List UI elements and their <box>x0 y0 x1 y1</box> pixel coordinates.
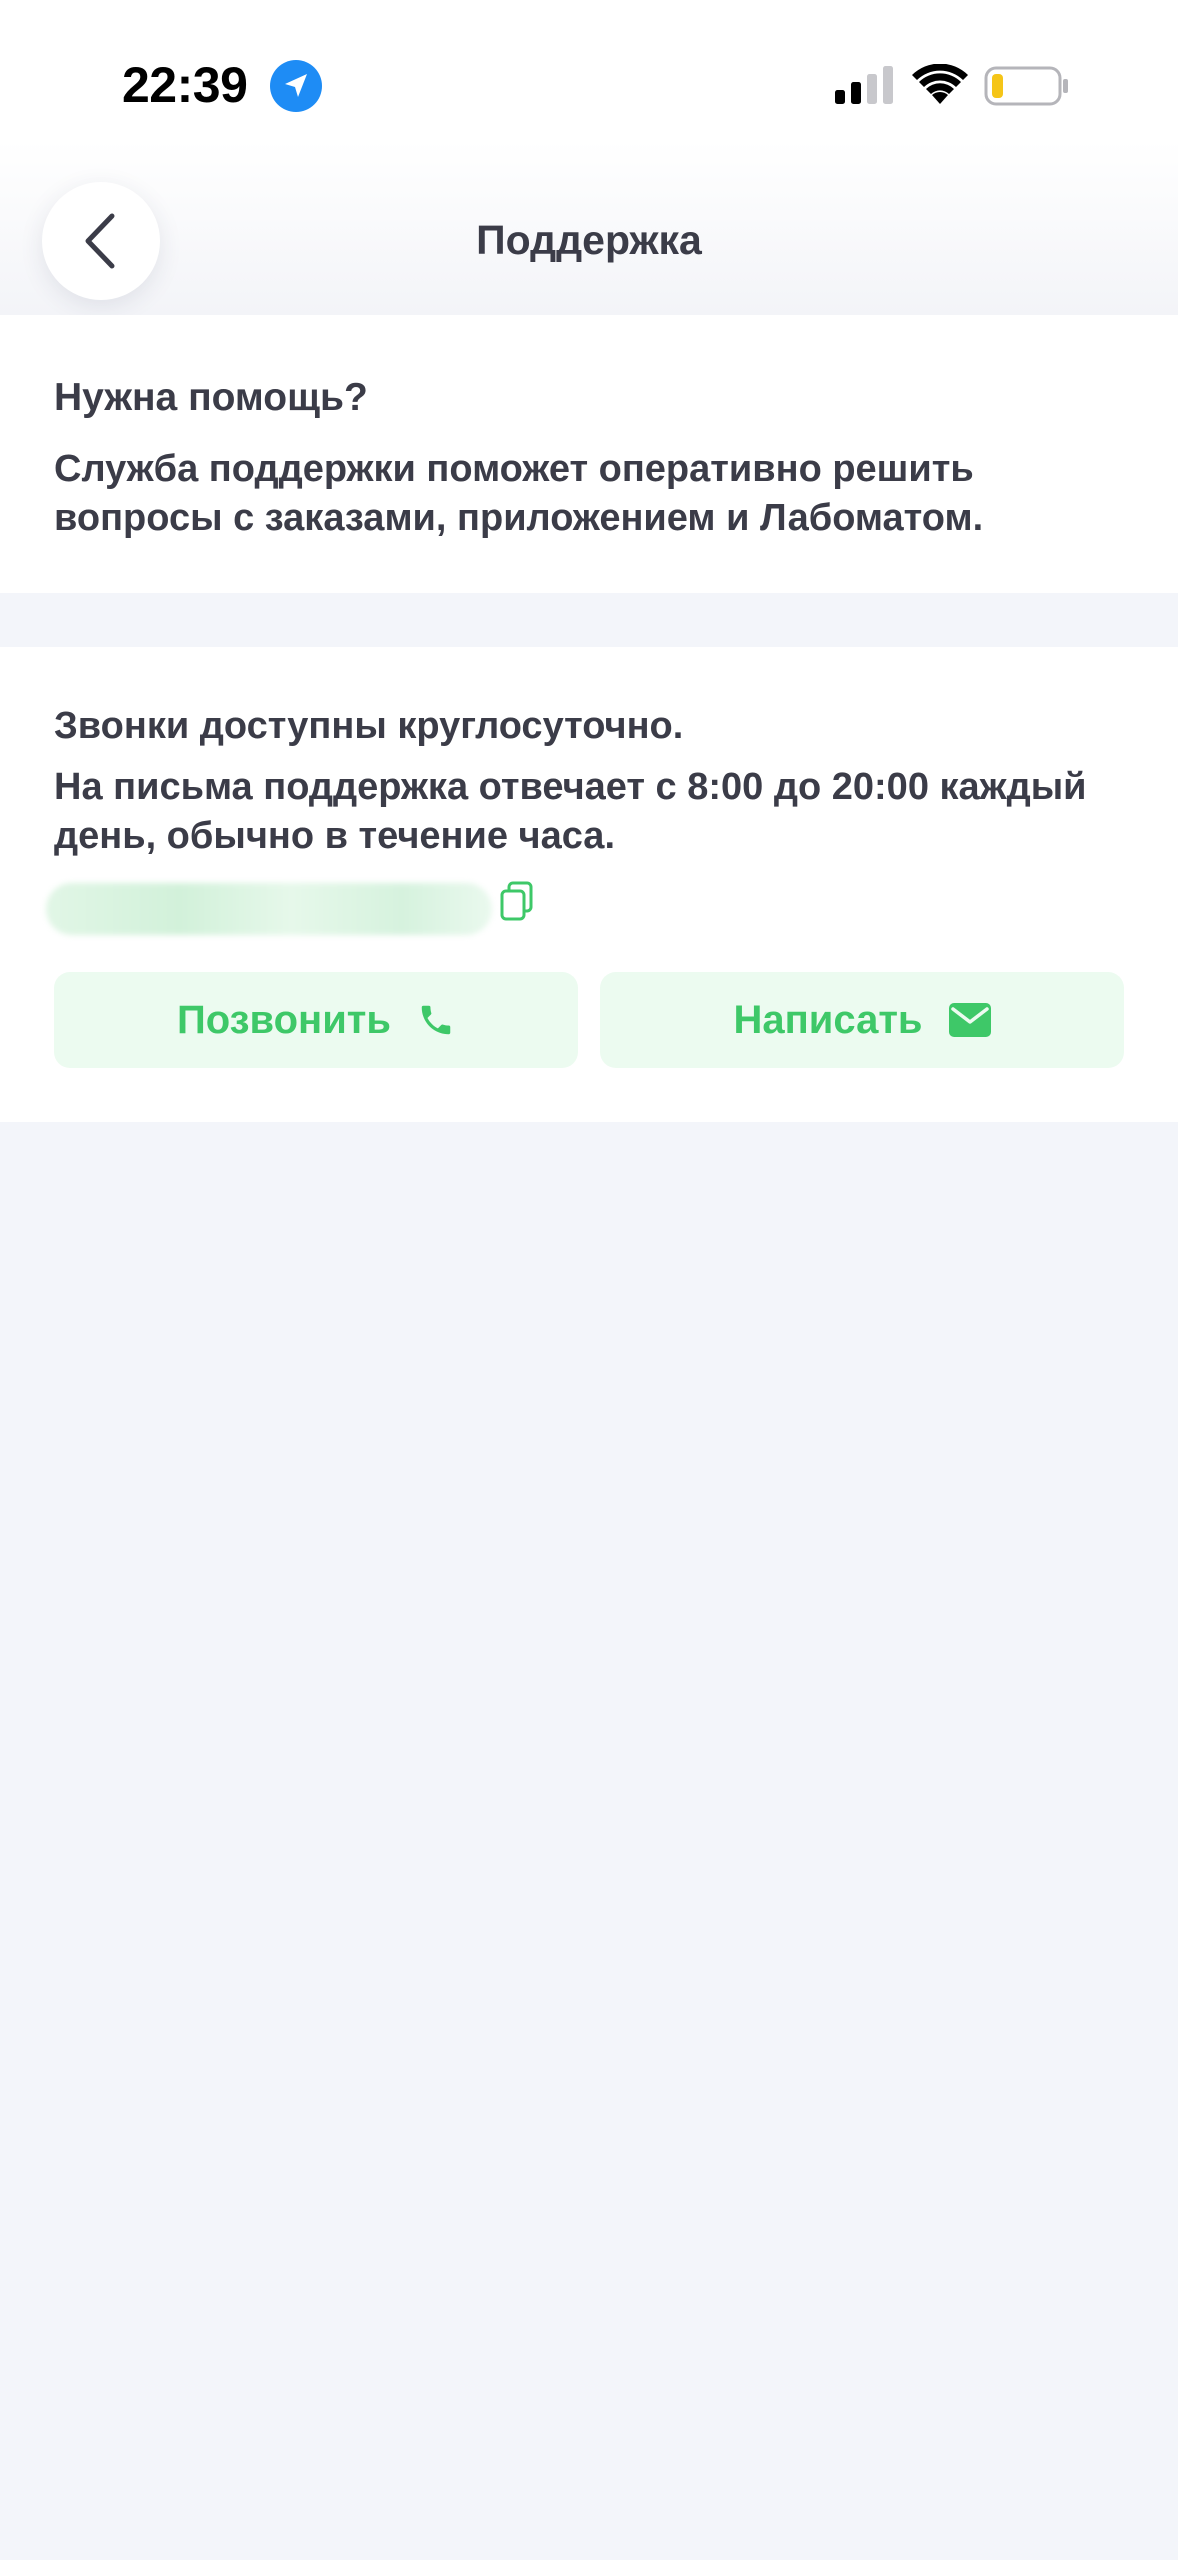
support-email-row <box>46 879 546 939</box>
header-area: 22:39 Поддержка <box>0 0 1178 315</box>
page-title: Поддержка <box>476 217 702 263</box>
mail-hours-text: На письма поддержка отвечает с 8:00 до 2… <box>54 766 1087 857</box>
help-description: Служба поддержки поможет оперативно реши… <box>54 448 984 539</box>
status-bar: 22:39 <box>0 0 1178 170</box>
cellular-signal-icon <box>835 66 893 104</box>
write-button-label: Написать <box>733 997 923 1042</box>
write-button[interactable]: Написать <box>600 972 1124 1068</box>
envelope-icon <box>948 1003 991 1037</box>
battery-low-icon <box>984 66 1068 106</box>
call-button[interactable]: Позвонить <box>54 972 578 1068</box>
phone-icon <box>421 1005 451 1035</box>
wifi-icon <box>912 64 968 104</box>
calls-availability-text: Звонки доступны круглосуточно. <box>54 705 684 747</box>
location-arrow-icon <box>270 60 322 112</box>
call-button-label: Позвонить <box>177 997 391 1042</box>
help-title: Нужна помощь? <box>54 376 368 419</box>
contacts-card: Звонки доступны круглосуточно. На письма… <box>0 647 1178 1122</box>
support-email-redacted[interactable] <box>46 883 492 935</box>
status-time: 22:39 <box>122 57 248 113</box>
help-card: Нужна помощь? Служба поддержки поможет о… <box>0 315 1178 593</box>
copy-icon[interactable] <box>494 879 544 929</box>
